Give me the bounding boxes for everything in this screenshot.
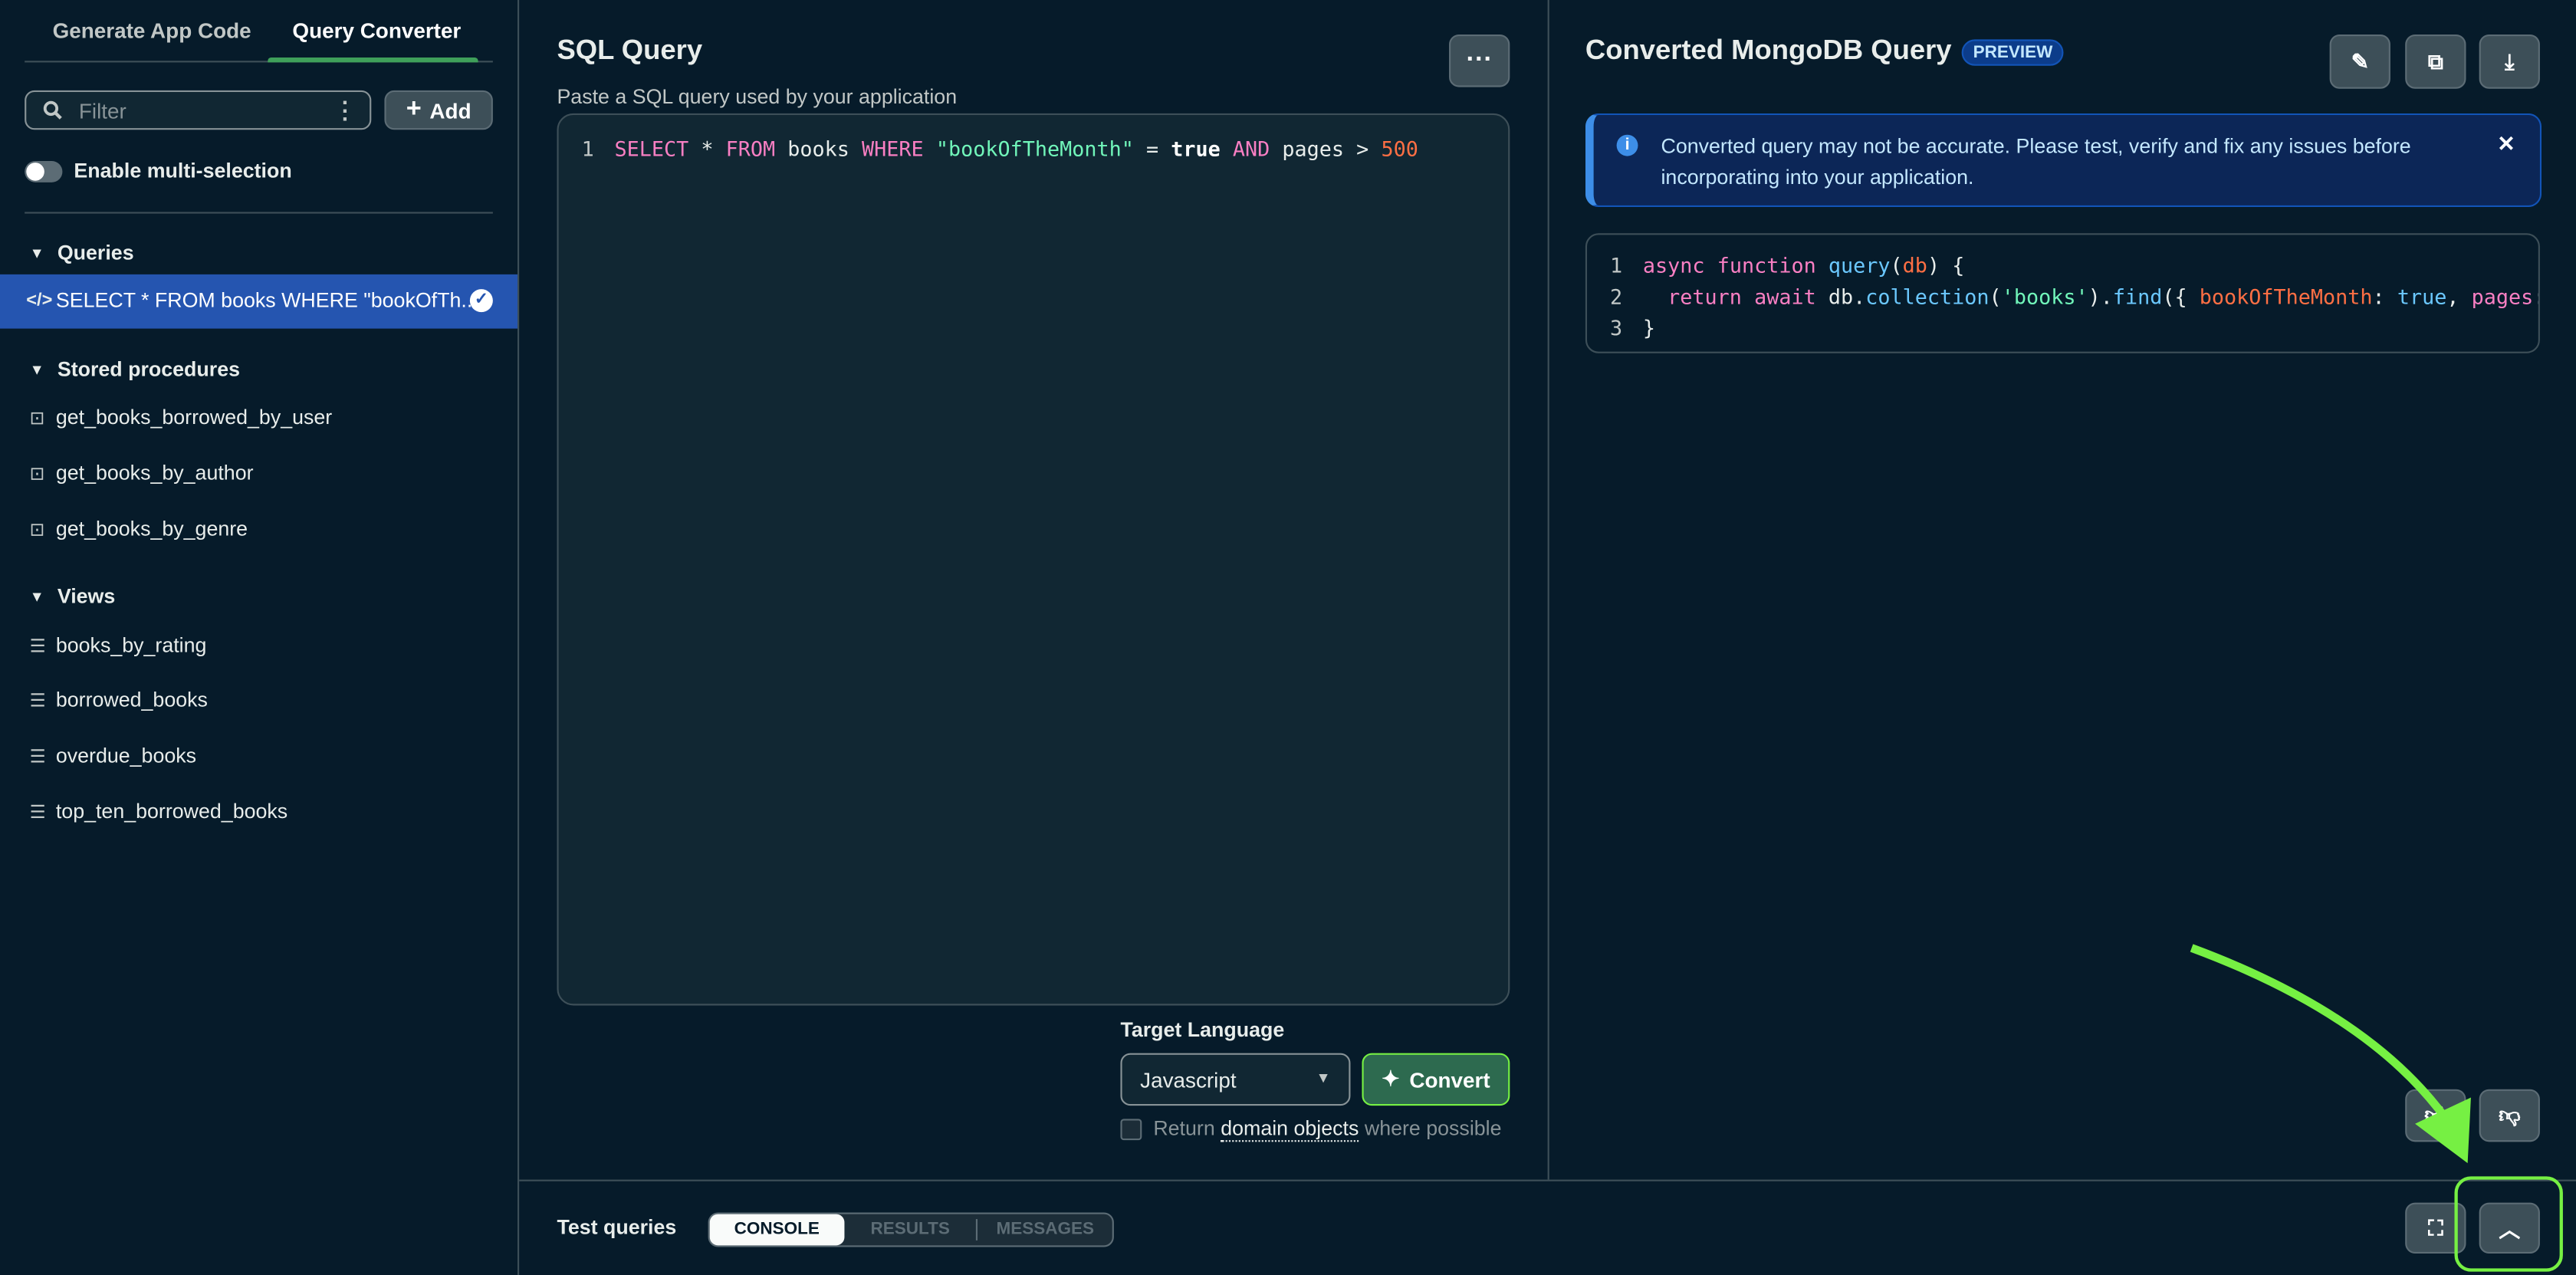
- arrow-head-icon: [2415, 1097, 2471, 1164]
- annotation-overlay: [2190, 944, 2563, 1272]
- highlight-box: [2454, 1176, 2563, 1272]
- annotation-arrow: [2190, 944, 2460, 1136]
